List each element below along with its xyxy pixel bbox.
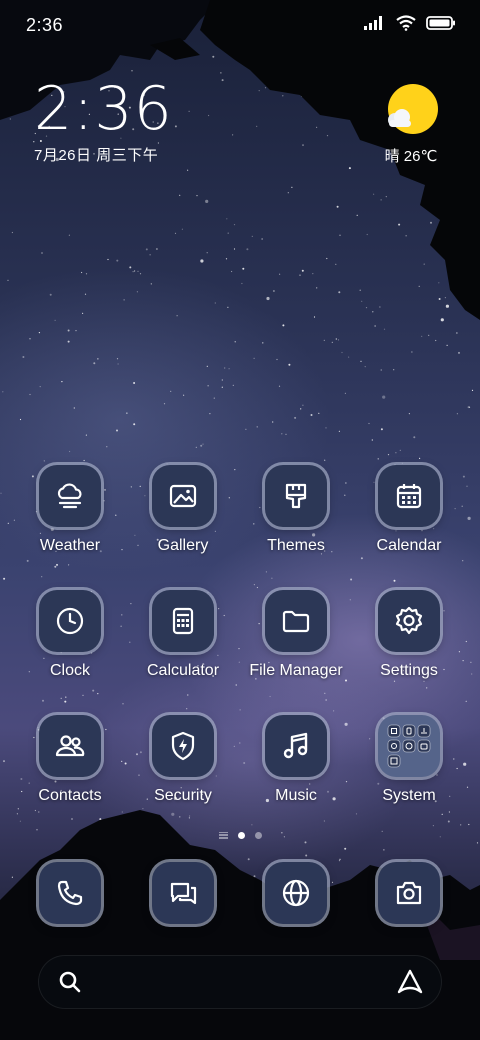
calculator-icon	[172, 607, 194, 635]
camera-icon	[396, 881, 422, 905]
page-indicator[interactable]	[0, 829, 480, 841]
app-label: System	[382, 787, 436, 804]
search-bar[interactable]	[38, 955, 442, 1009]
page-list-icon	[218, 831, 228, 839]
app-label: Security	[154, 787, 212, 804]
themes-app-icon	[265, 465, 327, 527]
clock-app-icon	[39, 590, 101, 652]
folder-icon	[282, 610, 310, 633]
clock-icon	[56, 607, 84, 635]
app-contacts[interactable]: Contacts	[15, 715, 125, 805]
app-security[interactable]: Security	[128, 715, 238, 805]
gallery-icon	[169, 484, 197, 508]
file-manager-app-icon	[265, 590, 327, 652]
sun-cloud-icon	[388, 84, 438, 134]
weather-app-icon	[39, 465, 101, 527]
app-label: Calendar	[376, 537, 442, 554]
status-time: 2:36	[26, 15, 64, 35]
contacts-app-icon	[39, 715, 101, 777]
messages-icon	[170, 882, 197, 905]
app-label: Themes	[267, 537, 325, 554]
app-file-manager[interactable]: File Manager	[241, 590, 351, 680]
app-themes[interactable]: Themes	[241, 465, 351, 555]
phone-app-icon	[39, 862, 101, 924]
shield-icon	[171, 731, 195, 761]
status-icons	[364, 15, 456, 31]
app-music[interactable]: Music	[241, 715, 351, 805]
weather-temperature: 晴 26℃	[384, 148, 438, 165]
page-dot-2	[254, 831, 262, 839]
signal-icon	[364, 16, 382, 30]
assistant-icon[interactable]	[396, 968, 424, 996]
app-label: File Manager	[249, 662, 343, 679]
settings-app-icon	[378, 590, 440, 652]
app-clock[interactable]: Clock	[15, 590, 125, 680]
app-weather[interactable]: Weather	[15, 465, 125, 555]
app-label: Calculator	[146, 662, 220, 679]
page-dot-1	[237, 831, 245, 839]
dock-browser[interactable]	[241, 862, 351, 924]
music-app-icon	[265, 715, 327, 777]
dock-phone[interactable]	[15, 862, 125, 924]
clock-widget-date: 7月26日 周三下午	[34, 147, 159, 164]
security-app-icon	[152, 715, 214, 777]
browser-icon	[282, 879, 310, 907]
music-icon	[283, 732, 308, 759]
camera-app-icon	[378, 862, 440, 924]
app-label: Contacts	[38, 787, 102, 804]
battery-icon	[426, 16, 455, 30]
app-gallery[interactable]: Gallery	[128, 465, 238, 555]
app-settings[interactable]: Settings	[354, 590, 464, 680]
browser-app-icon	[265, 862, 327, 924]
app-label: Music	[275, 787, 317, 804]
status-bar: 2:36	[0, 0, 480, 50]
weather-widget[interactable]: 晴 26℃	[376, 84, 446, 166]
app-calculator[interactable]: Calculator	[128, 590, 238, 680]
themes-icon	[285, 483, 307, 509]
clock-widget[interactable]: 2:36 7月26日 周三下午	[34, 78, 173, 165]
app-label: Weather	[39, 537, 101, 554]
app-folder-system[interactable]: System	[354, 715, 464, 805]
dock-camera[interactable]	[354, 862, 464, 924]
contacts-icon	[55, 735, 85, 757]
folder-system-icon	[387, 724, 431, 768]
weather-icon	[57, 483, 82, 509]
calendar-icon	[396, 484, 422, 509]
app-label: Settings	[380, 662, 438, 679]
clock-widget-time: 2:36	[34, 74, 173, 144]
app-calendar[interactable]: Calendar	[354, 465, 464, 555]
messages-app-icon	[152, 862, 214, 924]
phone-icon	[57, 880, 83, 906]
system-folder-icon	[378, 715, 440, 777]
dock-messages[interactable]	[128, 862, 238, 924]
app-label: Gallery	[157, 537, 209, 554]
gear-icon	[395, 606, 423, 635]
search-icon[interactable]	[58, 970, 82, 994]
app-label: Clock	[49, 662, 90, 679]
gallery-app-icon	[152, 465, 214, 527]
calendar-app-icon	[378, 465, 440, 527]
wifi-icon	[396, 15, 416, 31]
calculator-app-icon	[152, 590, 214, 652]
